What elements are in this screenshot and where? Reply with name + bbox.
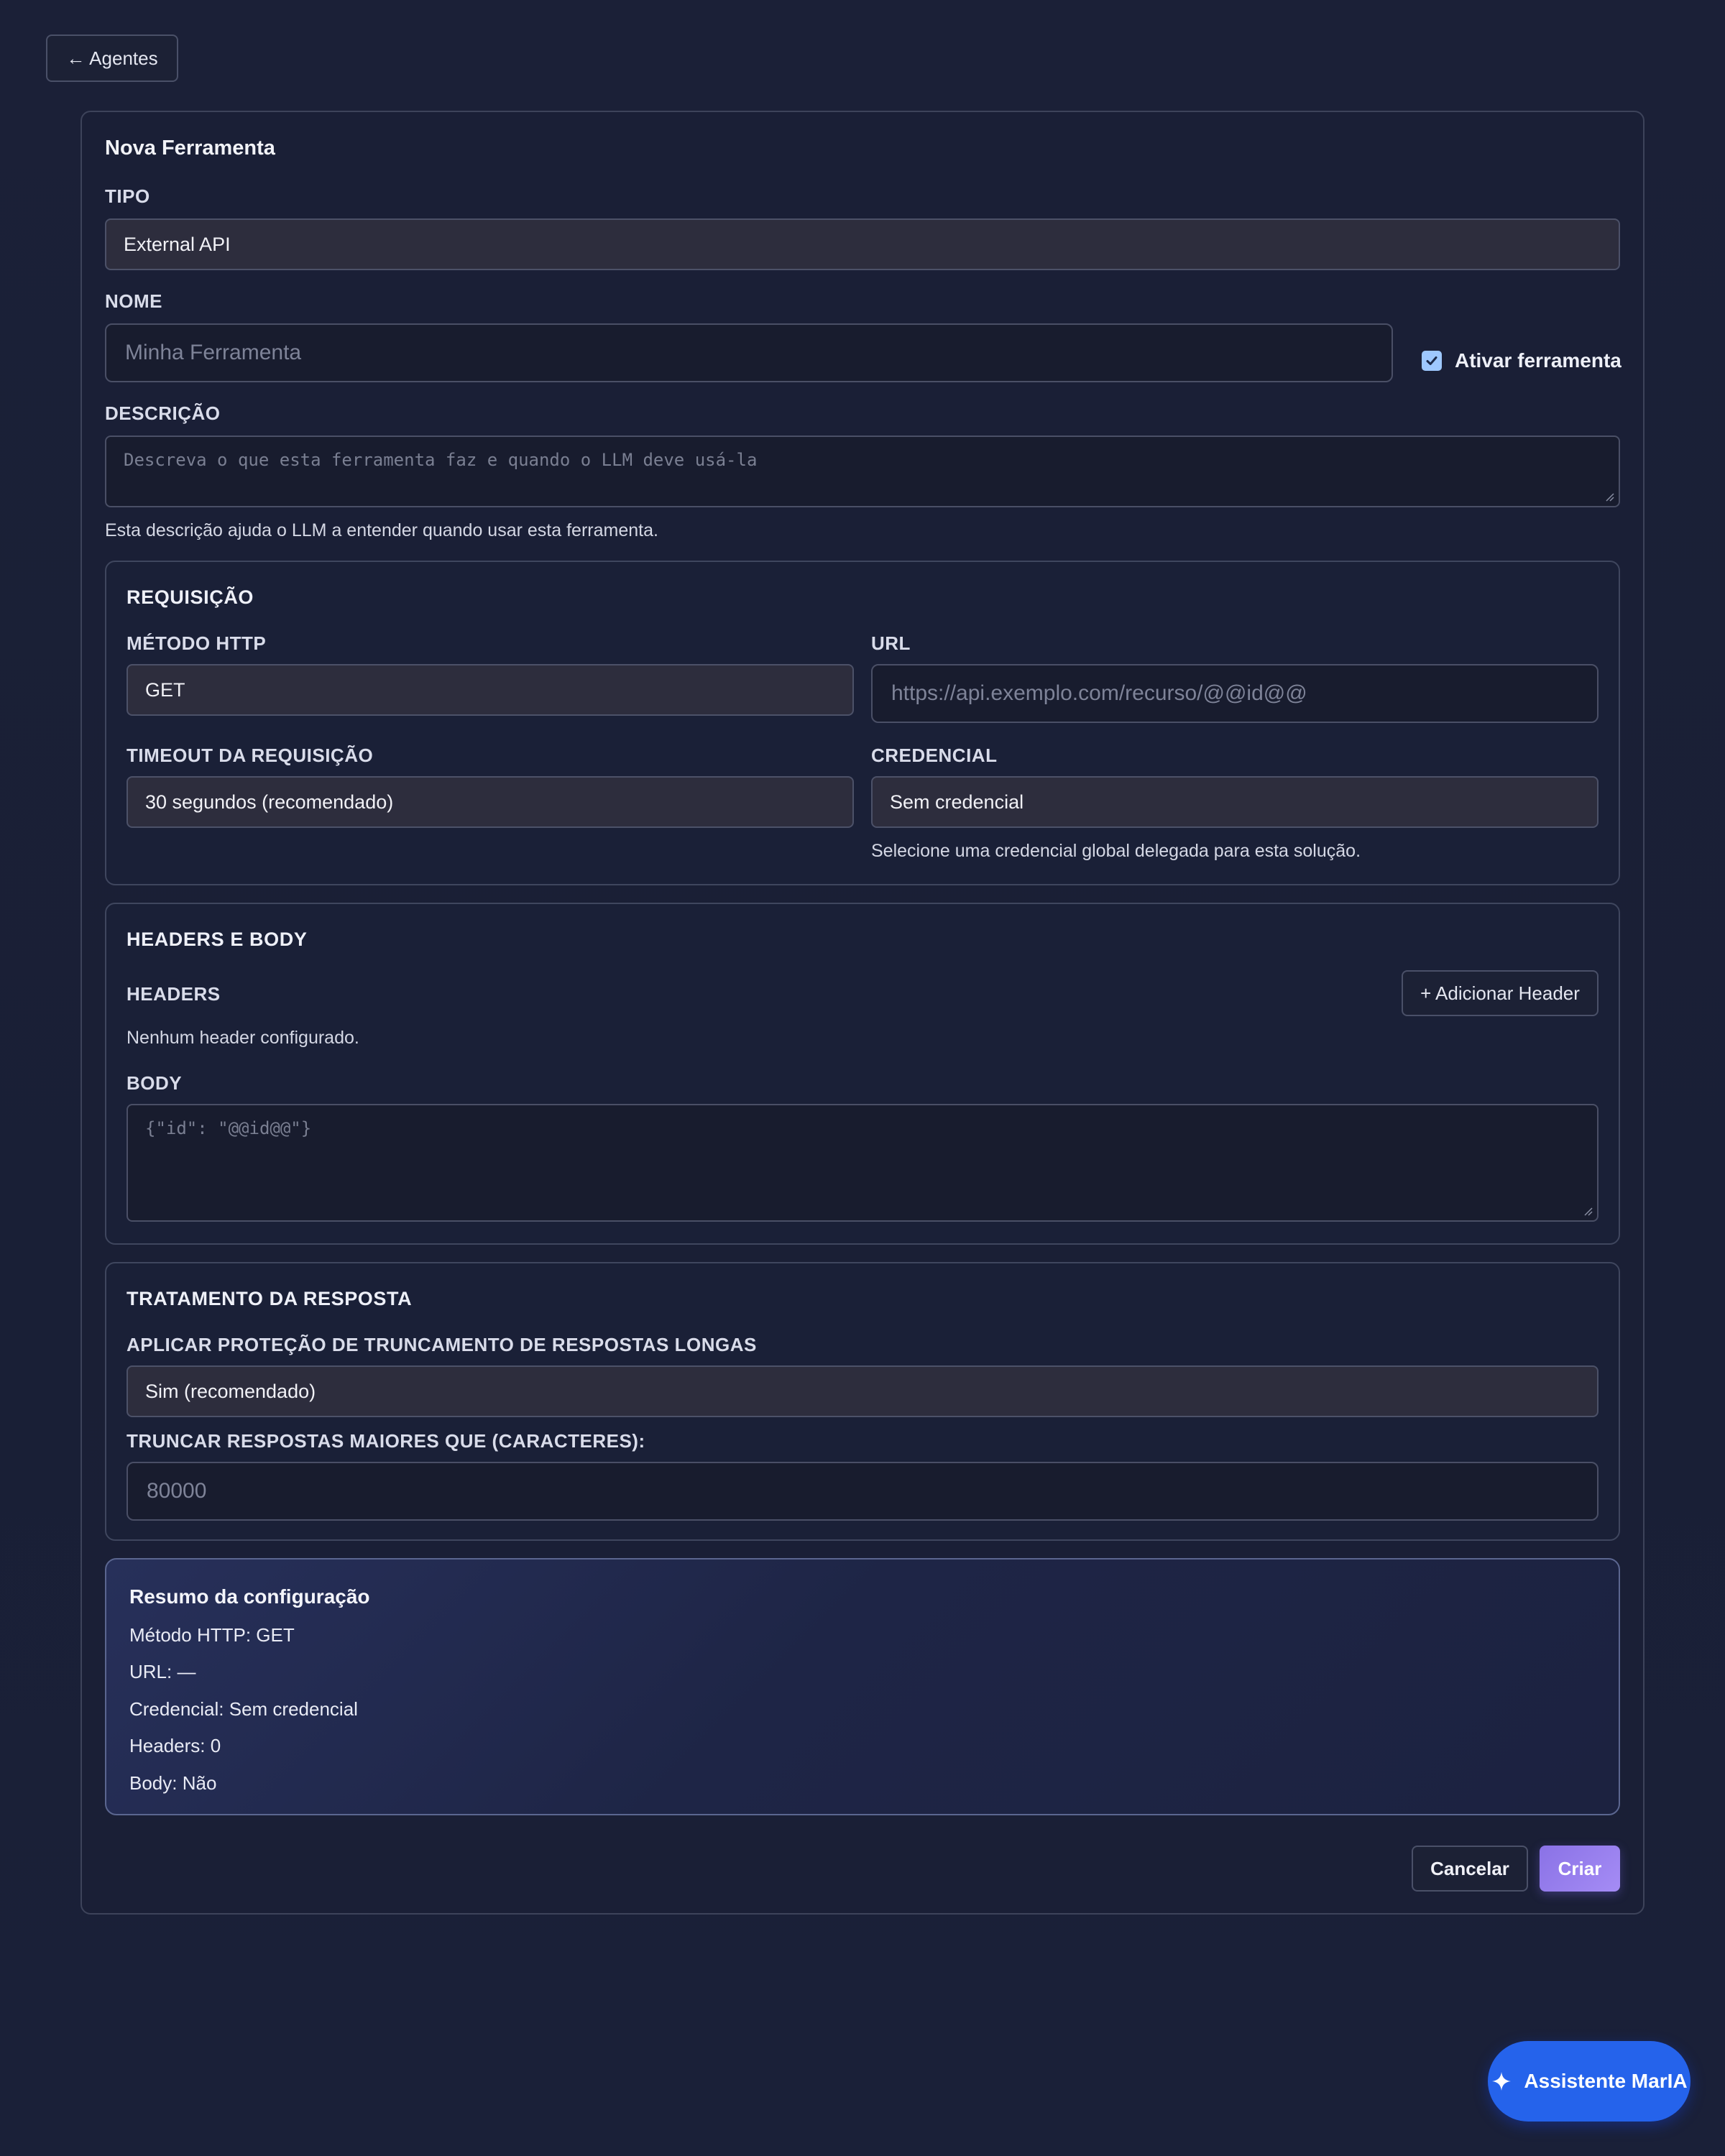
create-button[interactable]: Criar	[1540, 1846, 1620, 1892]
summary-line: Método HTTP: GET	[129, 1624, 295, 1646]
resize-handle-icon[interactable]	[1583, 1206, 1593, 1216]
headers-label: HEADERS	[126, 983, 221, 1005]
timeout-label: TIMEOUT DA REQUISIÇÃO	[126, 745, 374, 766]
resize-handle-icon[interactable]	[1604, 492, 1614, 502]
requisicao-section	[105, 561, 1620, 885]
credencial-label: CREDENCIAL	[871, 745, 998, 766]
timeout-select[interactable]: 30 segundos (recomendado)	[126, 776, 854, 828]
headers-body-title: HEADERS E BODY	[126, 929, 308, 950]
summary-line: Body: Não	[129, 1772, 217, 1794]
nome-input[interactable]: Minha Ferramenta	[105, 323, 1393, 382]
url-label: URL	[871, 632, 911, 654]
body-placeholder: {"id": "@@id@@"}	[145, 1118, 312, 1138]
assistant-label: Assistente MarIA	[1524, 2070, 1688, 2092]
protecao-select[interactable]: Sim (recomendado)	[126, 1365, 1598, 1417]
credencial-helper: Selecione uma credencial global delegada…	[871, 841, 1361, 861]
metodo-select[interactable]: GET	[126, 664, 854, 716]
tipo-label: TIPO	[105, 185, 150, 207]
back-to-agents-button[interactable]: ← Agentes	[46, 34, 178, 82]
body-label: BODY	[126, 1072, 183, 1094]
descricao-textarea[interactable]: Descreva o que esta ferramenta faz e qua…	[105, 436, 1620, 507]
metodo-label: MÉTODO HTTP	[126, 632, 267, 654]
tipo-select[interactable]: External API	[105, 218, 1620, 270]
truncar-label: TRUNCAR RESPOSTAS MAIORES QUE (CARACTERE…	[126, 1430, 645, 1452]
activate-tool-label: Ativar ferramenta	[1455, 349, 1622, 372]
credencial-select[interactable]: Sem credencial	[871, 776, 1598, 828]
descricao-helper: Esta descrição ajuda o LLM a entender qu…	[105, 520, 658, 540]
url-input[interactable]: https://api.exemplo.com/recurso/@@id@@	[871, 664, 1598, 723]
empty-headers-text: Nenhum header configurado.	[126, 1028, 359, 1048]
summary-line: Headers: 0	[129, 1735, 221, 1756]
resposta-title: TRATAMENTO DA RESPOSTA	[126, 1288, 413, 1309]
nome-label: NOME	[105, 290, 162, 312]
check-icon	[1426, 356, 1438, 365]
cancel-button[interactable]: Cancelar	[1412, 1846, 1528, 1892]
descricao-placeholder: Descreva o que esta ferramenta faz e qua…	[124, 450, 758, 470]
protecao-label: APLICAR PROTEÇÃO DE TRUNCAMENTO DE RESPO…	[126, 1334, 757, 1355]
activate-tool-checkbox[interactable]	[1422, 351, 1442, 371]
page-title: Nova Ferramenta	[105, 137, 275, 160]
sparkle-icon	[1492, 2072, 1512, 2091]
summary-title: Resumo da configuração	[129, 1585, 370, 1608]
summary-line: URL: —	[129, 1661, 196, 1682]
requisicao-title: REQUISIÇÃO	[126, 586, 254, 608]
body-textarea[interactable]: {"id": "@@id@@"}	[126, 1104, 1598, 1222]
descricao-label: DESCRIÇÃO	[105, 402, 221, 424]
assistant-button[interactable]: Assistente MarIA	[1488, 2041, 1690, 2122]
truncar-input[interactable]: 80000	[126, 1462, 1598, 1521]
add-header-button[interactable]: + Adicionar Header	[1402, 970, 1598, 1016]
summary-line: Credencial: Sem credencial	[129, 1698, 358, 1720]
